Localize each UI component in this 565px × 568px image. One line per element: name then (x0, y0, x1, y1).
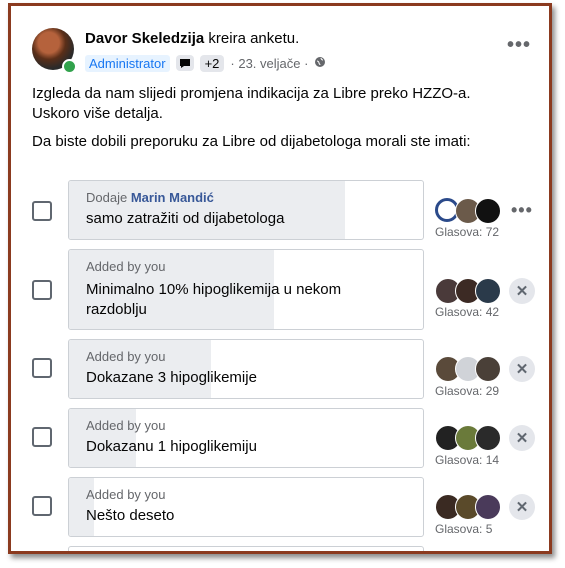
option-more-icon[interactable]: ••• (511, 200, 533, 221)
poll-option[interactable]: Added by you Minimalno 10% hipoglikemija… (68, 249, 424, 330)
added-by-prefix: Dodaje (86, 190, 128, 205)
poll-option-checkbox[interactable] (32, 280, 52, 300)
admin-badge[interactable]: Administrator (85, 54, 170, 72)
vote-count[interactable]: Glasova: 72 (435, 225, 499, 239)
chat-bubble-icon[interactable] (175, 55, 194, 71)
poll-option[interactable]: Added by you Dokazane 3 hipoglikemije (68, 339, 424, 399)
option-label: Dokazane 3 hipoglikemije (86, 369, 257, 386)
vote-count[interactable]: Glasova: 14 (435, 453, 499, 467)
poll-option[interactable] (68, 546, 424, 551)
post-card: Davor Skeledzija kreira anketu. Administ… (8, 3, 552, 554)
poll-option[interactable]: Added by you Nešto deseto (68, 477, 424, 537)
option-label: Nešto deseto (86, 507, 175, 524)
online-status-dot (62, 59, 77, 74)
poll-option-checkbox[interactable] (32, 201, 52, 221)
option-added-by: Dodaje Marin Mandić (86, 190, 214, 205)
voter-avatar (475, 356, 501, 382)
voter-avatar (475, 278, 501, 304)
voter-avatar (475, 425, 501, 451)
poll-option[interactable]: Dodaje Marin Mandić samo zatražiti od di… (68, 180, 424, 240)
vote-count[interactable]: Glasova: 42 (435, 305, 499, 319)
author-name[interactable]: Davor Skeledzija (85, 30, 204, 47)
post-text-line-2: Uskoro više detalja. (32, 105, 163, 122)
option-label: samo zatražiti od dijabetologa (86, 210, 285, 227)
option-added-by: Added by you (86, 487, 166, 502)
poll-option[interactable]: Added by you Dokazanu 1 hipoglikemiju (68, 408, 424, 468)
vote-count[interactable]: Glasova: 29 (435, 384, 499, 398)
vote-count[interactable]: Glasova: 5 (435, 522, 492, 536)
more-options-icon[interactable]: ••• (507, 34, 531, 57)
option-added-by: Added by you (86, 349, 166, 364)
remove-option-button[interactable]: ✕ (509, 425, 535, 451)
option-label: Minimalno 10% hipoglikemija u nekom (86, 281, 342, 298)
option-label: Dokazanu 1 hipoglikemiju (86, 438, 257, 455)
author-avatar[interactable] (32, 28, 77, 74)
voter-avatars[interactable] (435, 278, 505, 304)
remove-option-button[interactable]: ✕ (509, 278, 535, 304)
poll-question: Da biste dobili preporuku za Libre od di… (32, 133, 471, 150)
poll-option-checkbox[interactable] (32, 496, 52, 516)
poll-option-checkbox[interactable] (32, 358, 52, 378)
voter-avatars[interactable] (435, 425, 505, 451)
voter-avatars[interactable] (435, 356, 505, 382)
author-line: Davor Skeledzija kreira anketu. (85, 30, 299, 47)
option-label-line-2: razdoblju (86, 301, 147, 318)
option-added-by: Added by you (86, 259, 166, 274)
added-by-name[interactable]: Marin Mandić (131, 190, 214, 205)
remove-option-button[interactable]: ✕ (509, 356, 535, 382)
author-action: kreira anketu. (208, 30, 300, 47)
option-added-by: Added by you (86, 418, 166, 433)
remove-option-button[interactable]: ✕ (509, 494, 535, 520)
globe-icon (314, 56, 326, 71)
contributors-badge[interactable]: +2 (199, 54, 225, 72)
poll-option-checkbox[interactable] (32, 427, 52, 447)
voter-avatar (475, 494, 501, 520)
post-date[interactable]: · 23. veljače · (230, 56, 308, 71)
voter-avatar (475, 198, 501, 224)
voter-avatars[interactable] (435, 494, 505, 520)
voter-avatars[interactable] (435, 198, 505, 224)
post-meta: Administrator +2 · 23. veljače · (85, 53, 326, 73)
post-text-line-1: Izgleda da nam slijedi promjena indikaci… (32, 85, 471, 102)
